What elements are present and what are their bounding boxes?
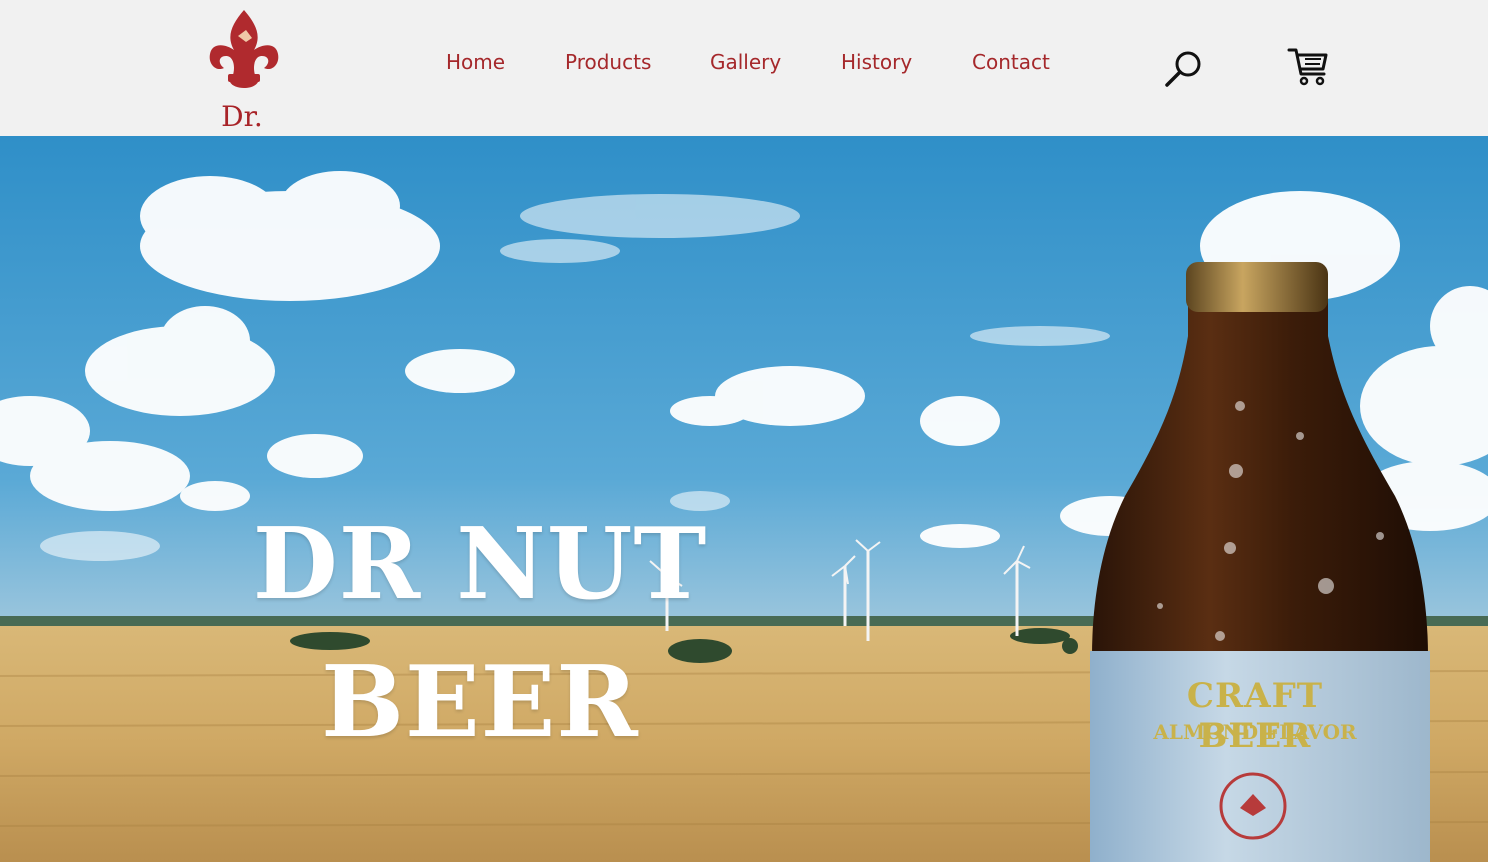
nav-item-gallery[interactable]: Gallery bbox=[710, 50, 781, 74]
nav-item-history[interactable]: History bbox=[841, 50, 912, 74]
hero-title-line-1: DR NUT bbox=[252, 507, 708, 622]
bottle-label-subtitle: ALMOND FLAVOR bbox=[1153, 720, 1357, 744]
main-nav: Home Products Gallery History Contact bbox=[0, 50, 1488, 82]
bottle-label-title: CRAFT BEER bbox=[1186, 676, 1324, 756]
cart-icon bbox=[1287, 48, 1328, 86]
logo-text: Dr. bbox=[221, 100, 263, 133]
hero-title-line-2: BEER bbox=[321, 645, 639, 760]
nav-item-home[interactable]: Home bbox=[446, 50, 505, 74]
hero-banner: DR NUT BEER CRAFT BEER ALMOND FLAVOR bbox=[0, 136, 1488, 862]
search-icon bbox=[1165, 51, 1201, 87]
search-button[interactable] bbox=[1162, 46, 1206, 90]
nav-item-products[interactable]: Products bbox=[565, 50, 651, 74]
cart-button[interactable] bbox=[1286, 46, 1332, 88]
site-header: Dr. Home Products Gallery History Contac… bbox=[0, 0, 1488, 136]
nav-item-contact[interactable]: Contact bbox=[972, 50, 1050, 74]
hero-title: DR NUT BEER bbox=[150, 496, 810, 772]
